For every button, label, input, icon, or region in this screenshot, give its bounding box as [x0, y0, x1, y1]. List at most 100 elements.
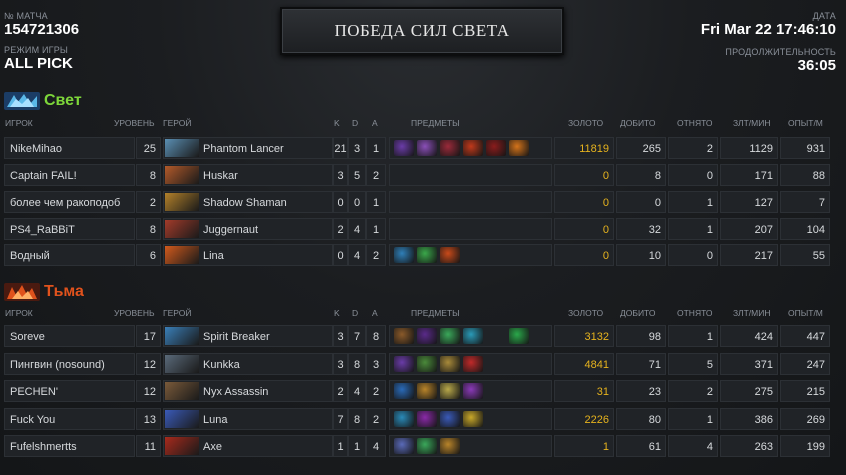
kills: 2 [333, 218, 348, 240]
hero-cell: Nyx Assassin [163, 380, 333, 402]
hero-cell: Shadow Shaman [163, 191, 333, 213]
col-denies: ОТНЯТО [677, 118, 713, 128]
item-slot-icon[interactable] [463, 411, 483, 427]
gold: 1 [554, 435, 614, 457]
item-slot-icon[interactable] [394, 438, 414, 454]
item-slot-icon[interactable] [440, 438, 460, 454]
item-slot-icon[interactable] [394, 411, 414, 427]
player-level: 2 [136, 191, 161, 213]
xp-per-min: 7 [780, 191, 830, 213]
player-row[interactable]: Fufelshmertts 11 Axe 1 1 4 1 61 4 263 199 [4, 435, 834, 457]
hero-name: Huskar [203, 170, 238, 182]
items-cell [389, 218, 552, 240]
item-slot-icon[interactable] [394, 383, 414, 399]
player-row[interactable]: Fuck You 13 Luna 7 8 2 2226 80 1 386 269 [4, 408, 834, 430]
col-a: A [372, 308, 378, 318]
item-slot-icon[interactable] [463, 356, 483, 372]
item-slot-icon[interactable] [394, 247, 414, 263]
item-slot-icon[interactable] [440, 140, 460, 156]
player-row[interactable]: NikeMihao 25 Phantom Lancer 21 3 1 11819 265 2 11… [4, 137, 834, 159]
player-name: Водный [4, 244, 135, 266]
game-mode: ALL PICK [4, 55, 73, 72]
last-hits: 80 [616, 408, 666, 430]
item-slot-icon[interactable] [463, 328, 483, 344]
gold-per-min: 207 [720, 218, 778, 240]
item-slot-icon[interactable] [440, 328, 460, 344]
col-gpm: ОПЫТ/М [788, 308, 823, 318]
result-banner: ПОБЕДА СИЛ СВЕТА [280, 7, 564, 55]
item-slot-icon[interactable] [417, 247, 437, 263]
col-gold: ЗОЛОТО [568, 308, 604, 318]
denies: 1 [668, 218, 718, 240]
player-row[interactable]: Soreve 17 Spirit Breaker 3 7 8 3132 98 1 424 447 [4, 325, 834, 347]
item-slot-icon[interactable] [417, 140, 437, 156]
game-mode-label: РЕЖИМ ИГРЫ [4, 45, 69, 55]
col-level: УРОВЕНЬ [114, 118, 155, 128]
hero-name: Nyx Assassin [203, 386, 269, 398]
team-header-radiant: Свет [4, 92, 82, 110]
col-d: D [352, 308, 359, 318]
gold-per-min: 217 [720, 244, 778, 266]
player-name: Fuck You [4, 408, 135, 430]
player-name: более чем ракоподоб [4, 191, 135, 213]
item-slot-icon[interactable] [394, 356, 414, 372]
hero-name: Kunkka [203, 359, 240, 371]
items-cell [389, 325, 552, 347]
item-slot-icon[interactable] [486, 140, 506, 156]
assists: 1 [366, 191, 386, 213]
hero-cell: Juggernaut [163, 218, 333, 240]
item-slot-icon[interactable] [417, 356, 437, 372]
player-row[interactable]: Пингвин (nosound) 12 Kunkka 3 8 3 4841 71 5 371 24… [4, 353, 834, 375]
item-slot-icon[interactable] [417, 328, 437, 344]
hero-cell: Luna [163, 408, 333, 430]
last-hits: 0 [616, 191, 666, 213]
gold-per-min: 171 [720, 164, 778, 186]
player-row[interactable]: Captain FAIL! 8 Huskar 3 5 2 0 8 0 171 88 [4, 164, 834, 186]
item-slot-icon[interactable] [394, 140, 414, 156]
item-slot-icon[interactable] [509, 140, 529, 156]
last-hits: 61 [616, 435, 666, 457]
xp-per-min: 215 [780, 380, 830, 402]
hero-name: Lina [203, 250, 224, 262]
player-row[interactable]: более чем ракоподоб 2 Shadow Shaman 0 0 1 0 0 1 1… [4, 191, 834, 213]
item-slot-icon[interactable] [394, 328, 414, 344]
last-hits: 32 [616, 218, 666, 240]
item-slot-icon[interactable] [509, 328, 529, 344]
gold: 0 [554, 191, 614, 213]
items-cell [389, 435, 552, 457]
player-level: 8 [136, 218, 161, 240]
column-headers-dire: ИГРОК УРОВЕНЬ ГЕРОЙ K D A ПРЕДМЕТЫ ЗОЛОТ… [0, 308, 846, 320]
player-row[interactable]: PECHEN' 12 Nyx Assassin 2 4 2 31 23 2 275 215 [4, 380, 834, 402]
hero-name: Axe [203, 441, 222, 453]
player-row[interactable]: Водный 6 Lina 0 4 2 0 10 0 217 55 [4, 244, 834, 266]
col-last-hits: ДОБИТО [620, 118, 656, 128]
hero-portrait [165, 410, 199, 428]
kills: 3 [333, 325, 348, 347]
denies: 2 [668, 380, 718, 402]
items-cell [389, 164, 552, 186]
item-slot-icon[interactable] [463, 140, 483, 156]
hero-cell: Axe [163, 435, 333, 457]
col-level: УРОВЕНЬ [114, 308, 155, 318]
col-gpm: ОПЫТ/М [788, 118, 823, 128]
item-slot-icon[interactable] [417, 438, 437, 454]
col-player: ИГРОК [5, 308, 33, 318]
denies: 4 [668, 435, 718, 457]
player-level: 12 [136, 353, 161, 375]
item-slot-icon[interactable] [440, 356, 460, 372]
item-slot-icon[interactable] [417, 383, 437, 399]
col-denies: ОТНЯТО [677, 308, 713, 318]
denies: 5 [668, 353, 718, 375]
col-xpm: ЗЛТ/МИН [733, 308, 771, 318]
item-slot-icon[interactable] [440, 411, 460, 427]
gold-per-min: 127 [720, 191, 778, 213]
gold-per-min: 371 [720, 353, 778, 375]
hero-name: Juggernaut [203, 224, 259, 236]
item-slot-icon[interactable] [440, 247, 460, 263]
item-slot-icon[interactable] [440, 383, 460, 399]
denies: 1 [668, 325, 718, 347]
player-row[interactable]: PS4_RaBBiT 8 Juggernaut 2 4 1 0 32 1 207 104 [4, 218, 834, 240]
xp-per-min: 247 [780, 353, 830, 375]
item-slot-icon[interactable] [463, 383, 483, 399]
item-slot-icon[interactable] [417, 411, 437, 427]
